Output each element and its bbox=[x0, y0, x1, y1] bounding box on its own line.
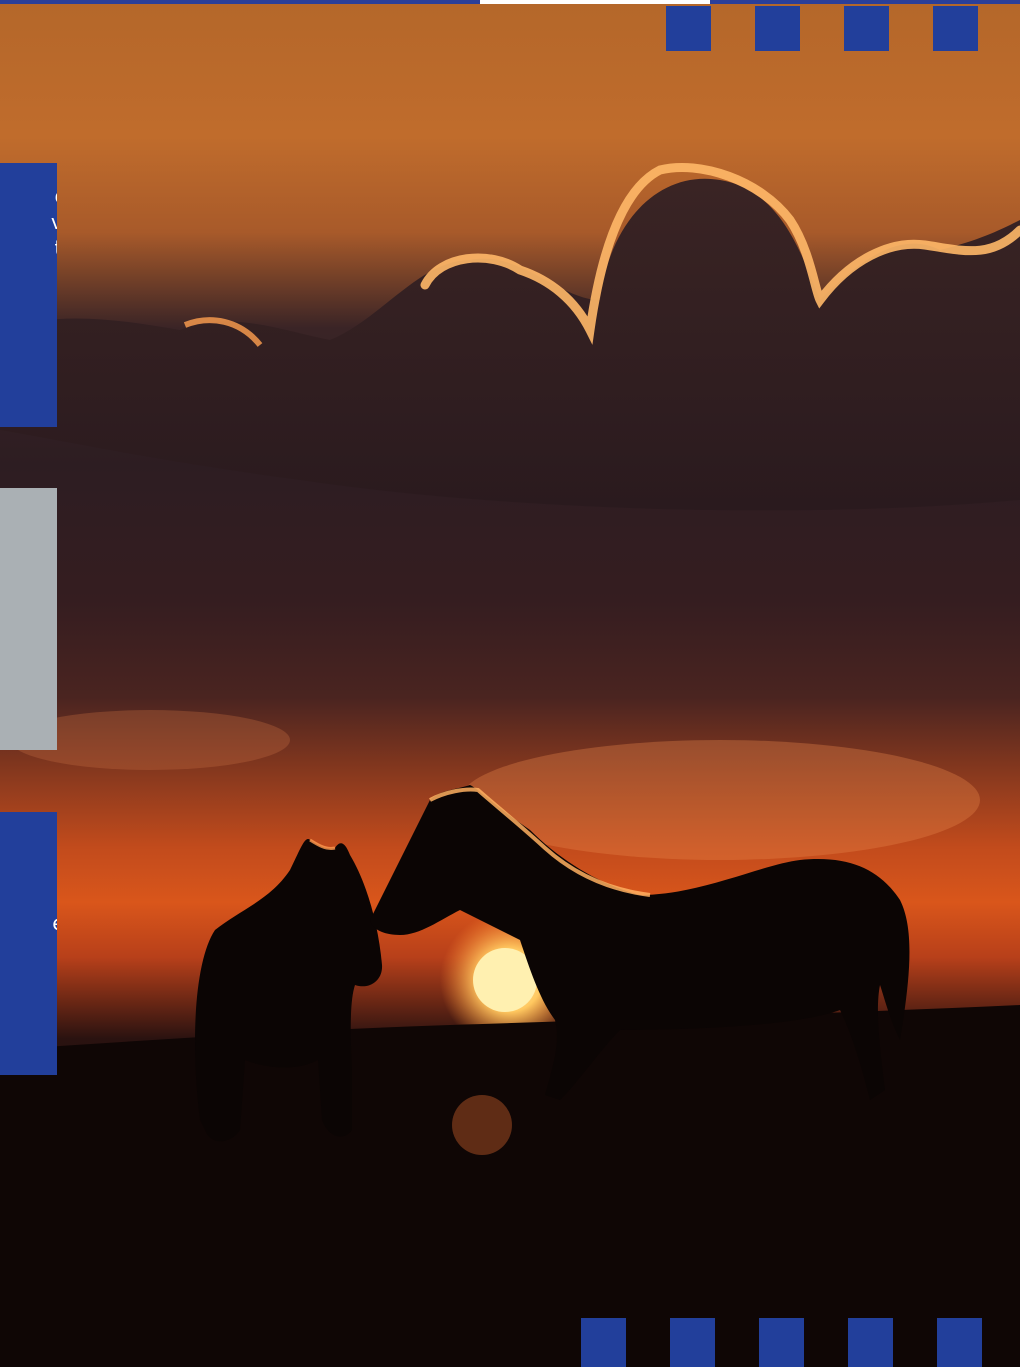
text-panel-second: e n r- e, n y a bbox=[0, 488, 57, 750]
text-panel-third: r- e, e es bbox=[0, 812, 57, 1075]
panel-line: e bbox=[0, 884, 57, 910]
decor-square bbox=[581, 1318, 626, 1367]
dark-cloud-bank bbox=[0, 178, 1020, 511]
panel-line: or bbox=[0, 183, 57, 209]
top-accent-bar-white bbox=[480, 0, 710, 4]
decor-square bbox=[670, 1318, 715, 1367]
panel-line: e bbox=[0, 500, 57, 526]
panel-line: y bbox=[0, 630, 57, 656]
panel-line: r- bbox=[0, 832, 57, 858]
panel-line: n bbox=[0, 526, 57, 552]
decor-square bbox=[844, 6, 889, 51]
text-panel-first: or ve th 7. bbox=[0, 163, 57, 427]
panel-line: th bbox=[0, 235, 57, 261]
panel-line: 7. bbox=[0, 261, 57, 287]
panel-line: es bbox=[0, 910, 57, 936]
top-accent-bar bbox=[0, 0, 480, 4]
panel-line: n bbox=[0, 604, 57, 630]
decor-square bbox=[848, 1318, 893, 1367]
panel-line: e, bbox=[0, 578, 57, 604]
scene-art bbox=[0, 162, 1020, 1367]
panel-line: a bbox=[0, 656, 57, 682]
top-accent-bar-right bbox=[710, 0, 1020, 4]
decor-square bbox=[933, 6, 978, 51]
decor-square bbox=[666, 6, 711, 51]
panel-line: e, bbox=[0, 858, 57, 884]
panel-line: ve bbox=[50, 210, 57, 234]
decor-square bbox=[937, 1318, 982, 1367]
sunset-photo-background bbox=[0, 0, 1020, 1367]
decor-square bbox=[759, 1318, 804, 1367]
decor-square bbox=[755, 6, 800, 51]
panel-line: r- bbox=[0, 552, 57, 578]
